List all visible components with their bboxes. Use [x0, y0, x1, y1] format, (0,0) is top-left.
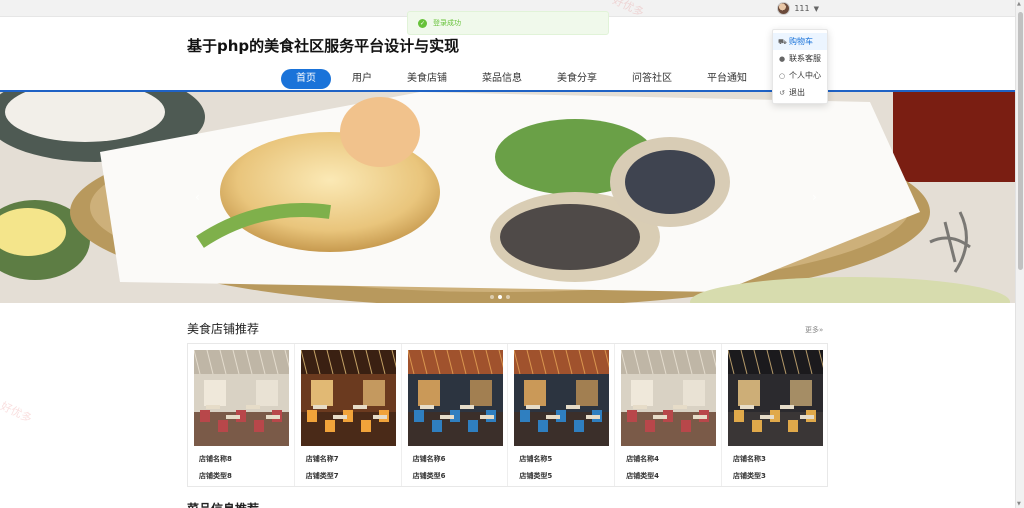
menu-item-logout-label: 退出	[789, 88, 805, 97]
banner-image	[0, 92, 1015, 303]
nav-item-stores[interactable]: 美食店铺	[393, 69, 461, 89]
store-card[interactable]: 店铺名称8 店铺类型8	[188, 344, 295, 486]
menu-item-cart[interactable]: ⛟ 购物车	[773, 33, 827, 50]
store-type: 店铺类型3	[732, 472, 766, 480]
store-card[interactable]: 店铺名称5 店铺类型5	[508, 344, 616, 486]
cart-icon: ⛟	[778, 37, 787, 46]
carousel-dot[interactable]	[506, 295, 510, 299]
user-menu-trigger[interactable]: 111 ▼	[777, 1, 819, 16]
store-card[interactable]: 店铺名称7 店铺类型7	[295, 344, 402, 486]
store-card[interactable]: 店铺名称4 店铺类型4	[615, 344, 722, 486]
success-toast: ✓ 登录成功	[407, 11, 609, 35]
carousel-next-icon[interactable]: ›	[812, 190, 817, 204]
watermark: 好优多	[0, 399, 34, 426]
page: 111 ▼ ✓ 登录成功 基于php的美食社区服务平台设计与实现 首页 用户 美…	[0, 0, 1024, 508]
store-image[interactable]	[621, 350, 717, 446]
store-card[interactable]: 店铺名称6 店铺类型6	[402, 344, 509, 486]
check-circle-icon: ✓	[418, 18, 427, 28]
toast-message: 登录成功	[433, 19, 461, 27]
caret-down-icon[interactable]: ▼	[814, 5, 819, 13]
store-type: 店铺类型6	[412, 472, 446, 480]
carousel-indicators	[490, 295, 510, 299]
stores-list: 店铺名称8 店铺类型8 店铺名称7 店铺类型7 店铺名称6 店铺类型6 店铺名称…	[187, 343, 828, 487]
store-type: 店铺类型5	[519, 472, 553, 480]
dishes-section-title: 菜品信息推荐	[187, 500, 259, 508]
menu-item-profile-label: 个人中心	[789, 71, 821, 80]
scroll-thumb[interactable]	[1018, 12, 1023, 270]
nav-item-share[interactable]: 美食分享	[543, 69, 611, 89]
store-type: 店铺类型8	[199, 472, 232, 480]
main-nav: 首页 用户 美食店铺 菜品信息 美食分享 问答社区 平台通知	[281, 69, 768, 89]
avatar[interactable]	[777, 2, 791, 15]
nav-item-notices[interactable]: 平台通知	[693, 69, 761, 89]
stores-more-link[interactable]: 更多»	[805, 325, 823, 335]
stores-section-title: 美食店铺推荐	[187, 322, 260, 336]
store-image[interactable]	[407, 350, 503, 446]
menu-item-cart-label: 购物车	[789, 37, 813, 46]
store-name[interactable]: 店铺名称3	[728, 454, 823, 464]
person-icon: ●	[778, 54, 786, 63]
store-name[interactable]: 店铺名称4	[621, 454, 715, 464]
menu-item-profile[interactable]: ○ 个人中心	[773, 67, 827, 84]
store-name[interactable]: 店铺名称6	[408, 454, 502, 464]
carousel-dot[interactable]	[498, 295, 502, 299]
store-card[interactable]: 店铺名称3 店铺类型3	[722, 344, 829, 486]
store-name[interactable]: 店铺名称7	[301, 454, 395, 464]
store-image[interactable]	[727, 350, 823, 446]
carousel-prev-icon[interactable]: ‹	[195, 190, 200, 204]
menu-item-logout[interactable]: ↺ 退出	[773, 84, 827, 101]
user-dropdown-menu: ⛟ 购物车 ● 联系客服 ○ 个人中心 ↺ 退出	[772, 29, 828, 104]
scroll-down-icon[interactable]: ▼	[1017, 501, 1021, 507]
nav-item-dishes[interactable]: 菜品信息	[468, 69, 536, 89]
store-name[interactable]: 店铺名称8	[194, 454, 288, 464]
page-scrollbar[interactable]: ▲ ▼	[1015, 0, 1024, 508]
banner-carousel[interactable]: ‹ ›	[0, 92, 1015, 303]
scroll-up-icon[interactable]: ▲	[1017, 1, 1021, 7]
store-image[interactable]	[300, 350, 396, 446]
menu-item-support[interactable]: ● 联系客服	[773, 50, 827, 67]
logout-icon: ↺	[779, 88, 785, 97]
store-type: 店铺类型7	[305, 472, 339, 480]
store-name[interactable]: 店铺名称5	[514, 454, 608, 464]
menu-item-support-label: 联系客服	[789, 54, 821, 63]
store-type: 店铺类型4	[626, 472, 660, 480]
store-image[interactable]	[514, 350, 610, 446]
user-name[interactable]: 111	[794, 4, 809, 13]
site-title: 基于php的美食社区服务平台设计与实现	[187, 37, 460, 55]
store-image[interactable]	[194, 350, 289, 446]
user-outline-icon: ○	[778, 71, 786, 80]
nav-item-users[interactable]: 用户	[338, 69, 386, 89]
nav-item-qa[interactable]: 问答社区	[618, 69, 686, 89]
carousel-dot[interactable]	[490, 295, 494, 299]
nav-item-home[interactable]: 首页	[281, 69, 331, 89]
